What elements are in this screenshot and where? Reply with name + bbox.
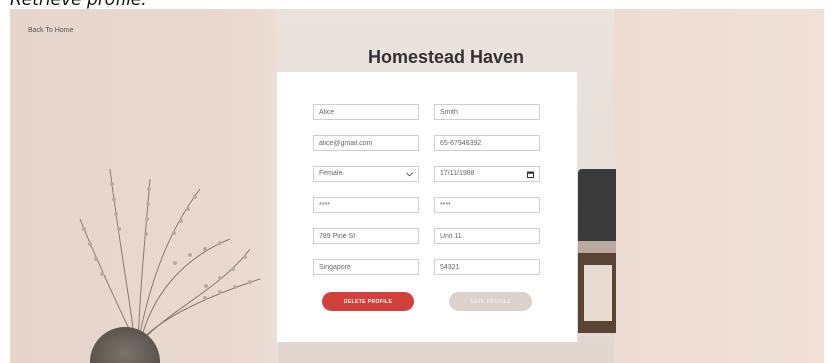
page-caption: Retrieve profile: <box>10 0 148 10</box>
gender-value: Female <box>319 170 343 177</box>
gender-select[interactable]: Female <box>313 166 419 182</box>
back-to-home-link[interactable]: Back To Home <box>28 27 73 34</box>
delete-profile-button[interactable]: DELETE PROFILE <box>322 292 414 311</box>
last-name-input[interactable] <box>434 104 540 120</box>
dob-value: 17/11/1988 <box>440 170 475 177</box>
first-name-input[interactable] <box>313 104 419 120</box>
phone-input[interactable] <box>434 135 540 151</box>
dried-plant-image <box>79 168 261 344</box>
email-input[interactable] <box>313 135 419 151</box>
calendar-icon[interactable] <box>527 171 534 178</box>
right-wall <box>614 9 824 363</box>
save-profile-button[interactable]: SAVE PROFILE <box>449 292 532 311</box>
chevron-down-icon <box>406 171 413 177</box>
confirm-password-input[interactable] <box>434 197 540 213</box>
address-input[interactable] <box>313 228 419 244</box>
brand-title: Homestead Haven <box>367 47 525 67</box>
unit-input[interactable] <box>434 228 540 244</box>
sofa-base-image <box>578 241 616 253</box>
postal-code-input[interactable] <box>434 259 540 275</box>
cabinet-inner-image <box>584 265 612 321</box>
profile-form-card: Female 17/11/1988 DELETE PROFILE SAVE PR… <box>277 72 577 342</box>
dob-input[interactable]: 17/11/1988 <box>434 166 540 182</box>
password-input[interactable] <box>313 197 419 213</box>
sofa-image <box>578 169 616 241</box>
city-input[interactable] <box>313 259 419 275</box>
